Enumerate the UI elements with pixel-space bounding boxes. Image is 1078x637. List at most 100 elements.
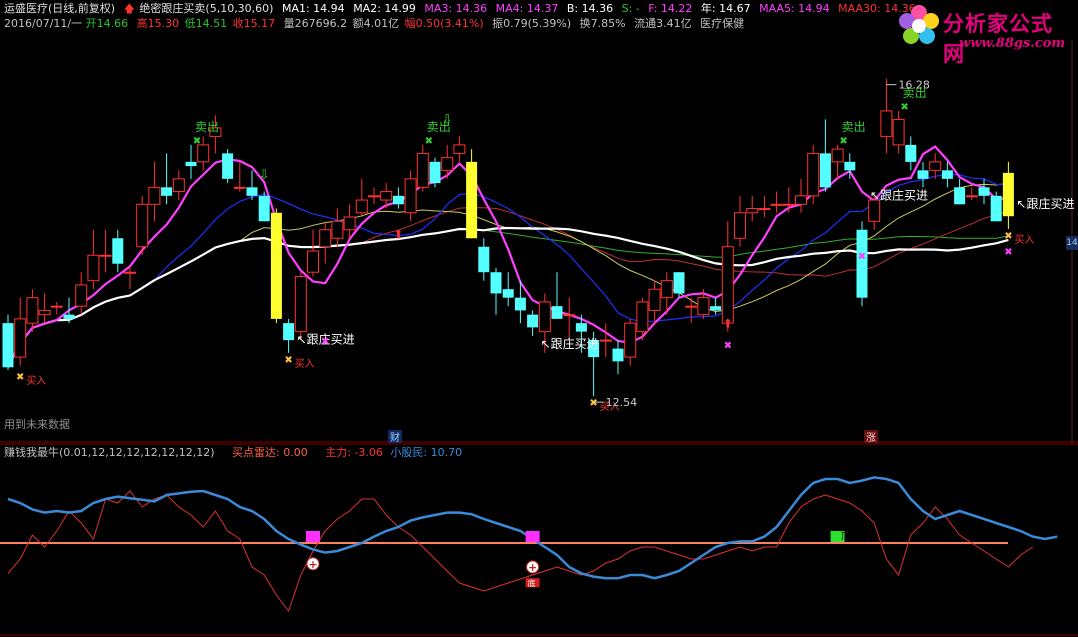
candle-body <box>87 254 100 282</box>
candle <box>527 310 539 336</box>
candle-body <box>222 153 234 179</box>
candle <box>710 297 722 315</box>
candle <box>246 170 258 201</box>
quote-close: 收15.17 <box>232 17 276 30</box>
signal-x-icon: ✖ <box>724 341 732 352</box>
candle <box>673 272 685 298</box>
indicator-name[interactable]: 绝密跟庄买卖(5,10,30,60) <box>139 2 273 15</box>
candle-body <box>612 348 624 362</box>
candle-body <box>50 305 63 308</box>
candle <box>782 187 795 213</box>
quote-info: 2016/07/11/一 开14.66 高15.30 低14.51 收15.17… <box>4 17 749 31</box>
candle-body <box>819 153 831 188</box>
candle-body <box>99 254 112 257</box>
indicator-sub-name[interactable]: 赚钱我最牛(0.01,12,12,12,12,12,12,12) <box>4 446 215 459</box>
price-chart[interactable]: 卖出✖卖出✖卖出✖卖出✖✖ 买入✖ 买入✖ 买入✖ 买入↖跟庄买进 ↖跟庄买进↖跟庄买进↖… <box>0 0 1078 443</box>
buy-label: 买入 <box>1014 234 1034 246</box>
cai-label: 财 <box>390 431 400 443</box>
candle <box>990 191 1002 222</box>
candle-body <box>429 161 441 184</box>
candle <box>954 178 966 205</box>
retail-value: 小股民: 10.70 <box>390 446 463 459</box>
high-price-label: 16.28 <box>898 79 930 92</box>
candle-body <box>63 314 75 319</box>
candle-body <box>807 152 820 197</box>
candle-body <box>331 220 344 239</box>
candle-body <box>978 187 990 196</box>
candle <box>892 110 905 154</box>
candle <box>26 289 39 332</box>
candle-body <box>466 161 478 239</box>
candle-body <box>551 306 563 319</box>
sell-marker-icon: ✖ <box>193 136 201 147</box>
candle-body <box>795 195 807 205</box>
candle <box>758 195 771 218</box>
candle <box>831 144 844 179</box>
right-axis-badge: 14 <box>1066 236 1078 250</box>
candle-body <box>453 144 466 154</box>
candle-body <box>527 314 539 328</box>
candle-body <box>636 301 649 333</box>
stock-name[interactable]: 运盛医疗(日线,前复权) <box>4 2 115 15</box>
quote-low: 低14.51 <box>184 17 228 30</box>
candle <box>612 340 624 375</box>
signal-x-icon: ✖ <box>321 336 329 347</box>
candle-body <box>368 195 380 198</box>
candle-body <box>416 152 429 188</box>
candle <box>856 221 868 307</box>
candle-body <box>685 305 698 308</box>
indicator-chart[interactable]: 顶底 + + <box>0 443 1078 637</box>
quote-sector: 医疗保健 <box>700 17 745 30</box>
candle <box>124 267 136 290</box>
candle <box>14 297 27 366</box>
f-value: F: 14.22 <box>648 2 693 15</box>
candle-body <box>599 339 612 342</box>
candle-body <box>514 297 526 311</box>
candle <box>283 318 295 353</box>
candle <box>87 229 100 290</box>
quote-change: 幅0.50(3.41%) <box>404 17 484 30</box>
quote-open: 开14.66 <box>85 17 129 30</box>
ma1-value: MA1: 14.94 <box>281 2 345 15</box>
signal-x-icon: ✖ <box>858 251 866 262</box>
candle-body <box>770 203 783 206</box>
candle-body <box>2 323 14 368</box>
candle-body <box>258 195 270 222</box>
candle <box>819 119 831 192</box>
quote-volume: 量267696.2 <box>283 17 348 30</box>
radar-marker <box>525 531 540 542</box>
main-force-value: 主力: -3.06 <box>325 446 383 459</box>
candle <box>807 144 820 205</box>
candle-body <box>710 306 722 311</box>
follow-buy-label: ↖跟庄买进 <box>1016 196 1074 211</box>
candle-body <box>246 187 258 196</box>
candle <box>99 229 112 273</box>
candle <box>905 136 917 171</box>
top-marker-label: 顶 <box>841 531 850 542</box>
candle-body <box>343 216 356 231</box>
buy-marker-icon: ✖ <box>1004 231 1012 242</box>
candle <box>466 149 478 239</box>
quote-high: 高15.30 <box>136 17 180 30</box>
candle <box>172 170 185 201</box>
candle <box>429 157 441 188</box>
plus-icon: + <box>528 561 537 574</box>
candle <box>258 191 270 222</box>
candle <box>38 293 51 324</box>
candle <box>294 272 307 341</box>
candle <box>404 170 417 222</box>
candle-body <box>38 309 51 316</box>
candle-body <box>161 187 173 196</box>
candle <box>746 195 759 222</box>
candle <box>136 195 149 256</box>
candle-body <box>307 250 319 273</box>
candle <box>734 195 746 247</box>
candle <box>624 318 637 366</box>
candle-body <box>197 144 210 163</box>
follow-buy-label: ↖跟庄买进 <box>541 336 599 351</box>
future-data-note: 用到未来数据 <box>4 417 70 431</box>
candle-body <box>990 195 1002 222</box>
sell-label: 卖出 <box>195 120 219 134</box>
candle <box>355 178 368 218</box>
candle-body <box>734 212 746 239</box>
